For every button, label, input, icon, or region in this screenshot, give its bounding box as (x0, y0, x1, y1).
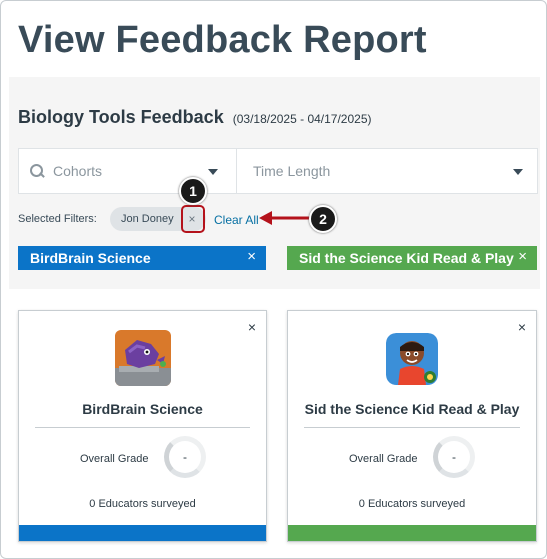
page-title: View Feedback Report (18, 19, 427, 61)
grade-ring: - (164, 436, 206, 478)
grade-value: - (183, 450, 187, 464)
app-tag-label: BirdBrain Science (30, 250, 151, 266)
card-footer-bar (288, 525, 536, 541)
filter-bar: Cohorts Time Length (18, 148, 538, 194)
time-length-select[interactable]: Time Length (237, 149, 537, 193)
callout-badge-2: 2 (309, 205, 337, 233)
time-length-placeholder: Time Length (253, 163, 331, 179)
close-icon[interactable]: × (248, 319, 256, 335)
screenshot-frame: View Feedback Report Biology Tools Feedb… (0, 0, 547, 559)
filter-chip-label: Jon Doney (121, 213, 174, 225)
chevron-down-icon[interactable] (208, 169, 218, 175)
app-card-sid-science: × Sid the Science Kid Read & Play Overal… (287, 310, 537, 542)
overall-grade-label: Overall Grade (80, 453, 149, 465)
card-footer-bar (19, 525, 266, 541)
divider (35, 427, 250, 428)
grade-ring: - (433, 436, 475, 478)
report-name: Biology Tools Feedback (18, 107, 224, 127)
remove-filter-highlight (181, 205, 205, 233)
educators-surveyed: 0 Educators surveyed (358, 498, 466, 510)
sid-science-app-icon (386, 333, 438, 385)
callout-badge-1: 1 (179, 177, 207, 205)
app-card-birdbrain: × BirdBrain Science Overall Grade - 0 Ed… (18, 310, 267, 542)
close-icon[interactable]: × (518, 248, 527, 265)
chevron-down-icon[interactable] (513, 169, 523, 175)
app-tag-sid-science: Sid the Science Kid Read & Play × (287, 246, 537, 270)
callout-arrow-icon (259, 211, 311, 225)
report-heading: Biology Tools Feedback (03/18/2025 - 04/… (18, 107, 372, 128)
close-icon[interactable]: × (518, 319, 526, 335)
educators-surveyed: 0 Educators surveyed (89, 498, 196, 510)
search-icon (29, 163, 45, 179)
cohorts-placeholder: Cohorts (53, 163, 103, 179)
report-date-range: (03/18/2025 - 04/17/2025) (232, 112, 372, 126)
grade-value: - (452, 450, 456, 464)
card-title: Sid the Science Kid Read & Play (304, 401, 520, 417)
clear-all-link[interactable]: Clear All (214, 213, 259, 227)
app-tag-label: Sid the Science Kid Read & Play (299, 250, 514, 266)
birdbrain-app-icon (115, 330, 171, 386)
app-tag-birdbrain: BirdBrain Science × (18, 246, 266, 270)
selected-filters-label: Selected Filters: (18, 213, 97, 225)
divider (304, 427, 520, 428)
overall-grade-label: Overall Grade (349, 453, 418, 465)
card-title: BirdBrain Science (82, 401, 203, 417)
close-icon[interactable]: × (247, 248, 256, 265)
